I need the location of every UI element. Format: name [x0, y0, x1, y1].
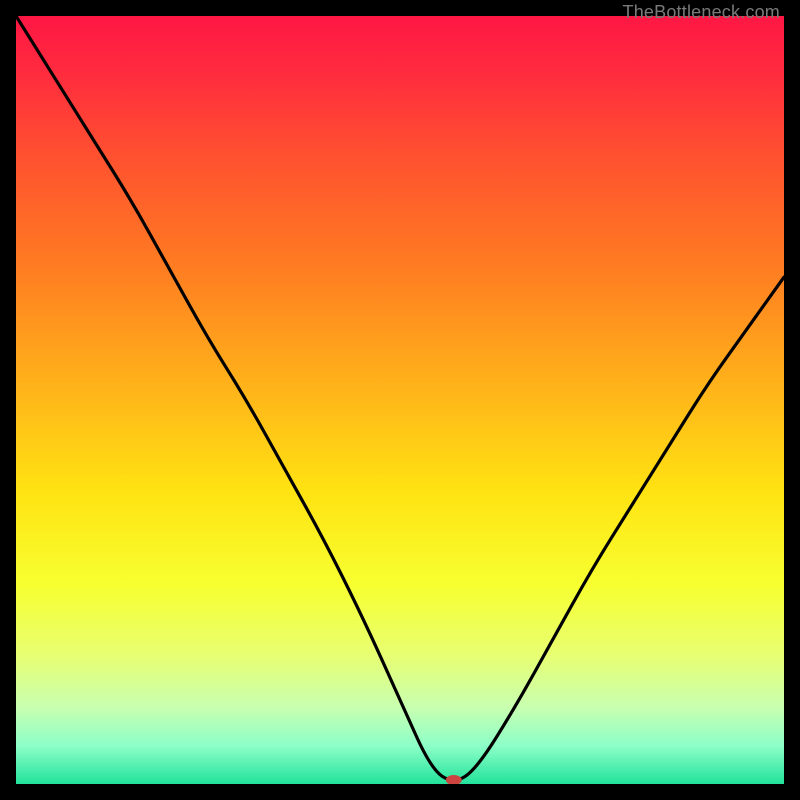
- chart-frame: TheBottleneck.com: [16, 16, 784, 784]
- chart-background: [16, 16, 784, 784]
- bottleneck-chart: [16, 16, 784, 784]
- watermark-text: TheBottleneck.com: [623, 2, 780, 23]
